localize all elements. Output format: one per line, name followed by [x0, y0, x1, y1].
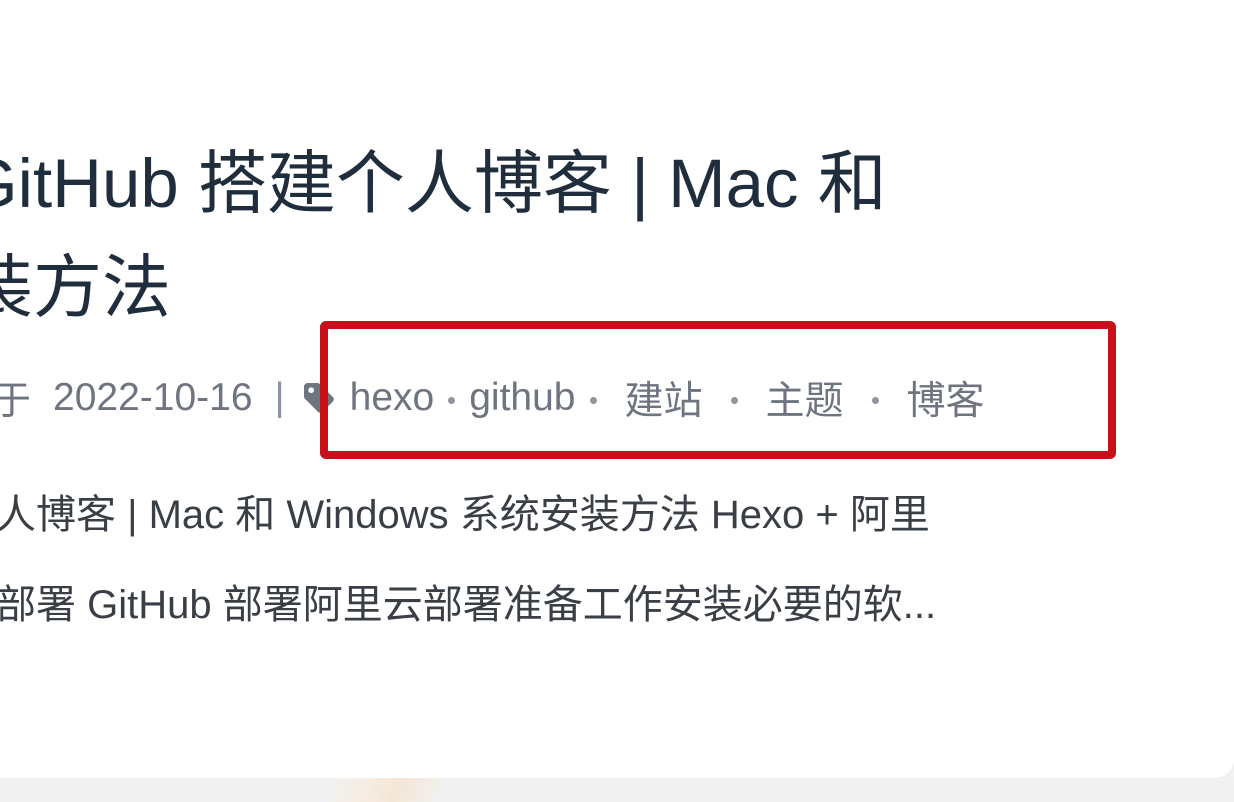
- background-accent: [330, 778, 440, 802]
- tag-divider: [589, 396, 597, 404]
- tag-hexo[interactable]: hexo: [350, 376, 435, 420]
- tag-github[interactable]: github: [469, 376, 575, 420]
- posted-label: 斩于: [0, 380, 32, 423]
- meta-separator: |: [274, 376, 285, 419]
- tag-divider: [448, 396, 456, 404]
- tag-blog[interactable]: 博客: [907, 370, 985, 426]
- tag-icon: [301, 380, 337, 416]
- post-title[interactable]: GitHub 搭建个人博客 | Mac 和 装方法: [0, 132, 1114, 340]
- page-background-strip: [0, 778, 1234, 802]
- tag-list: hexo github 建站 主题 博客: [350, 370, 985, 426]
- tag-theme[interactable]: 主题: [766, 370, 844, 426]
- post-excerpt: 个人博客 | Mac 和 Windows 系统安装方法 Hexo + 阿里 地部…: [0, 493, 937, 627]
- tag-site-building[interactable]: 建站: [625, 370, 703, 426]
- post-meta: 斩于 2022-10-16 | hexo github 建站 主题 博客: [0, 372, 985, 424]
- post-date: 2022-10-16: [53, 376, 253, 419]
- tag-divider: [871, 396, 879, 404]
- tag-divider: [730, 396, 738, 404]
